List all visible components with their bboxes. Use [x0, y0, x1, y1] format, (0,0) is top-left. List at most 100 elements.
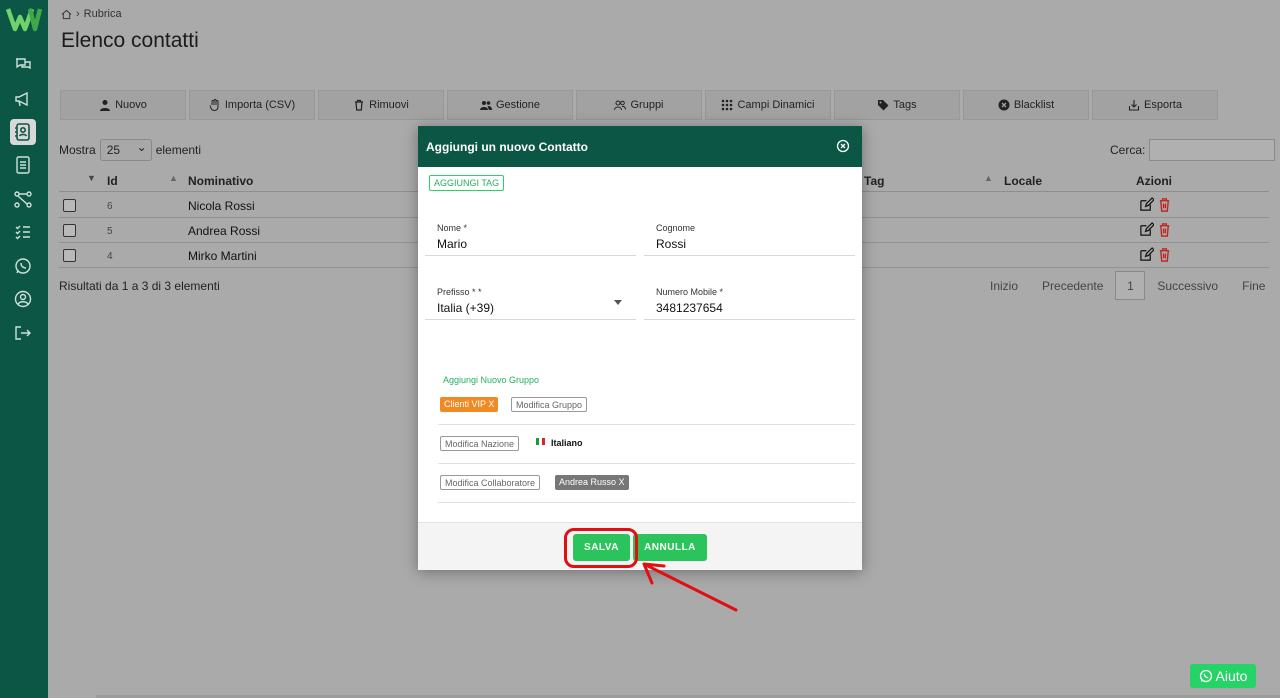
last-name-field[interactable]: Cognome Rossi [644, 214, 855, 256]
page-current[interactable]: 1 [1115, 271, 1146, 300]
dynamic-fields-button[interactable]: Campi Dinamici [705, 90, 831, 120]
field-value[interactable]: Mario [437, 237, 467, 251]
export-icon [1128, 100, 1140, 111]
modal-header: Aggiungi un nuovo Contatto [418, 126, 862, 167]
contacts-icon[interactable] [10, 119, 36, 145]
megaphone-icon[interactable] [10, 86, 36, 112]
import-csv-button[interactable]: Importa (CSV) [189, 90, 315, 120]
grid-icon [722, 99, 733, 111]
remove-button[interactable]: Rimuovi [318, 90, 444, 120]
delete-icon[interactable] [1157, 247, 1172, 262]
page-prev[interactable]: Precedente [1030, 279, 1115, 293]
whatsapp-icon[interactable] [10, 253, 36, 279]
help-label: Aiuto [1215, 668, 1248, 684]
field-label: Prefisso * * [437, 287, 482, 297]
field-value[interactable]: Rossi [656, 237, 686, 251]
button-label: Blacklist [1013, 99, 1055, 111]
elements-label: elementi [155, 143, 202, 157]
field-value[interactable]: Italia (+39) [437, 301, 494, 315]
column-locale[interactable]: Locale [1004, 174, 1042, 188]
page-last[interactable]: Fine [1230, 279, 1277, 293]
management-button[interactable]: Gestione [447, 90, 573, 120]
page-size-control: Mostra 25 elementi [59, 139, 201, 161]
edit-nation-button[interactable]: Modifica Nazione [440, 436, 520, 451]
chat-icon[interactable] [10, 52, 36, 78]
cell-id: 6 [107, 201, 113, 212]
button-label: Rimuovi [369, 99, 409, 111]
nation-value: Italiano [551, 438, 583, 448]
first-name-field[interactable]: Nome * Mario [425, 214, 636, 256]
breadcrumb: › Rubrica [61, 8, 122, 20]
page-next[interactable]: Successivo [1145, 279, 1230, 293]
button-label: Gruppi [630, 99, 664, 111]
sort-icon[interactable]: ▲ [984, 173, 993, 183]
button-label: Tags [893, 99, 917, 111]
blacklist-button[interactable]: Blacklist [963, 90, 1089, 120]
edit-icon[interactable] [1139, 222, 1154, 237]
column-tag[interactable]: Tag [864, 174, 884, 188]
field-label: Numero Mobile * [656, 287, 724, 297]
cell-id: 4 [107, 251, 113, 262]
results-info: Risultati da 1 a 3 di 3 elementi [59, 279, 220, 293]
add-group-link[interactable]: Aggiungi Nuovo Gruppo [443, 375, 539, 385]
field-value[interactable]: 3481237654 [656, 301, 723, 315]
edit-icon[interactable] [1139, 197, 1154, 212]
breadcrumb-label[interactable]: Rubrica [84, 8, 122, 20]
divider [438, 502, 855, 503]
ban-icon [998, 99, 1010, 111]
row-checkbox[interactable] [63, 199, 76, 212]
edit-collaborator-button[interactable]: Modifica Collaboratore [440, 475, 541, 490]
help-button[interactable]: Aiuto [1190, 664, 1256, 688]
cell-id: 5 [107, 226, 113, 237]
group-badge[interactable]: Clienti VIP X [440, 397, 499, 412]
tags-button[interactable]: Tags [834, 90, 960, 120]
delete-icon[interactable] [1157, 197, 1172, 212]
column-name[interactable]: Nominativo [188, 174, 253, 188]
button-label: Gestione [495, 99, 541, 111]
pointer-arrow-annotation [642, 562, 738, 612]
checklist-icon[interactable] [10, 219, 36, 245]
sort-icon[interactable]: ▲ [169, 173, 178, 183]
search-input[interactable] [1149, 139, 1276, 161]
add-contact-modal: Aggiungi un nuovo Contatto AGGIUNGI TAG … [418, 126, 862, 570]
button-label: Importa (CSV) [224, 99, 296, 111]
highlight-annotation [564, 528, 638, 568]
tag-icon [878, 100, 889, 111]
column-id[interactable]: Id [107, 174, 118, 188]
cell-name: Andrea Rossi [188, 224, 261, 238]
sort-desc-icon[interactable]: ▼ [87, 173, 96, 183]
home-icon[interactable] [61, 9, 72, 20]
button-label: Campi Dinamici [737, 99, 815, 111]
search-control: Cerca: [1110, 139, 1276, 161]
cell-name: Nicola Rossi [188, 199, 255, 213]
sidebar [0, 0, 48, 698]
page-first[interactable]: Inizio [978, 279, 1030, 293]
add-tag-button[interactable]: AGGIUNGI TAG [429, 175, 505, 191]
account-icon[interactable] [10, 286, 36, 312]
show-label: Mostra [59, 143, 96, 157]
close-icon[interactable] [836, 139, 850, 153]
logo-icon[interactable] [6, 6, 42, 32]
pagination: Inizio Precedente 1 Successivo Fine [978, 271, 1277, 300]
document-icon[interactable] [10, 152, 36, 178]
delete-icon[interactable] [1157, 222, 1172, 237]
groups-button[interactable]: Gruppi [576, 90, 702, 120]
hand-icon [209, 99, 219, 111]
flow-icon[interactable] [10, 186, 36, 212]
divider [438, 424, 855, 425]
export-button[interactable]: Esporta [1092, 90, 1218, 120]
button-label: Esporta [1144, 99, 1182, 111]
page-size-select[interactable]: 25 [99, 139, 152, 161]
mobile-number-field[interactable]: Numero Mobile * 3481237654 [644, 278, 855, 320]
dropdown-caret-icon[interactable] [614, 300, 622, 305]
collaborator-badge[interactable]: Andrea Russo X [555, 475, 629, 490]
prefix-select[interactable]: Prefisso * * Italia (+39) [425, 278, 636, 320]
new-contact-button[interactable]: Nuovo [60, 90, 186, 120]
edit-icon[interactable] [1139, 247, 1154, 262]
row-checkbox[interactable] [63, 224, 76, 237]
edit-group-button[interactable]: Modifica Gruppo [511, 397, 588, 412]
row-checkbox[interactable] [63, 249, 76, 262]
italy-flag-icon [536, 438, 545, 445]
field-label: Cognome [656, 223, 696, 233]
logout-icon[interactable] [10, 320, 36, 346]
